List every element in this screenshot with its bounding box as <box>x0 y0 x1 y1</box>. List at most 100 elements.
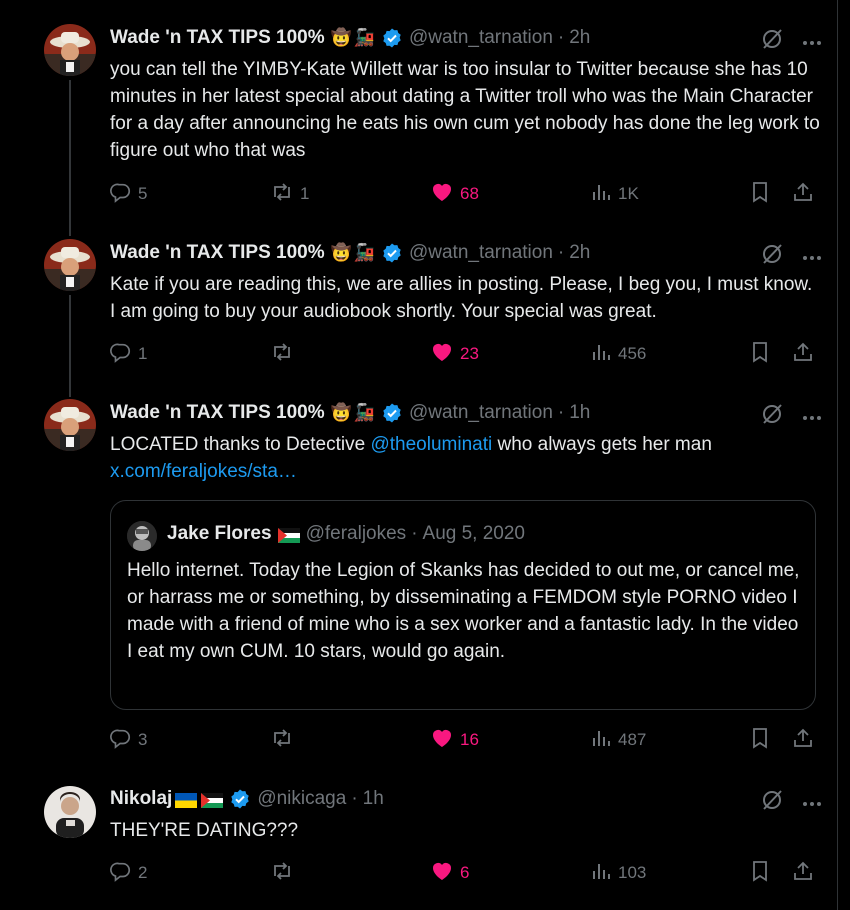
views-icon <box>590 727 618 754</box>
repost-button[interactable] <box>270 860 300 886</box>
tweet-text-end: who always gets her man <box>492 434 712 455</box>
reply-icon <box>110 181 138 208</box>
handle[interactable]: @watn_tarnation <box>409 27 553 49</box>
share-icon <box>792 181 820 208</box>
views-button[interactable]: 1K <box>590 181 639 207</box>
reply-count: 5 <box>138 184 148 203</box>
handle[interactable]: @watn_tarnation <box>409 242 553 264</box>
reply-count: 1 <box>138 344 148 363</box>
handle[interactable]: @nikicaga <box>257 788 346 810</box>
display-name[interactable]: Wade 'n TAX TIPS 100% <box>110 242 325 264</box>
reply-button[interactable]: 5 <box>110 181 147 207</box>
verified-badge-icon <box>381 27 403 49</box>
more-icon[interactable] <box>802 794 822 812</box>
like-button[interactable]: 6 <box>430 860 469 886</box>
more-icon[interactable] <box>802 248 822 266</box>
timestamp[interactable]: 1h <box>569 402 590 424</box>
tweet[interactable]: Wade 'n TAX TIPS 100% 🤠 🚂 @watn_tarnatio… <box>0 375 836 760</box>
share-button[interactable] <box>792 860 820 886</box>
repost-icon <box>270 341 300 368</box>
reply-button[interactable]: 3 <box>110 727 147 753</box>
grok-icon[interactable] <box>760 243 784 270</box>
repost-button[interactable] <box>270 727 300 753</box>
tweet[interactable]: Wade 'n TAX TIPS 100% 🤠 🚂 @watn_tarnatio… <box>0 215 836 375</box>
tweet-top-icons <box>760 243 822 270</box>
reply-icon <box>110 860 138 887</box>
tweet-top-icons <box>760 403 822 430</box>
heart-icon <box>430 860 460 887</box>
display-name[interactable]: Wade 'n TAX TIPS 100% <box>110 402 325 424</box>
bookmark-icon <box>750 860 776 887</box>
tweet-header: Wade 'n TAX TIPS 100% 🤠 🚂 @watn_tarnatio… <box>110 26 590 50</box>
quoted-avatar[interactable] <box>127 521 157 551</box>
tweet[interactable]: Wade 'n TAX TIPS 100% 🤠 🚂 @watn_tarnatio… <box>0 0 836 215</box>
reply-button[interactable]: 2 <box>110 860 147 886</box>
cowboy-emoji-icon: 🤠 <box>330 243 352 262</box>
timestamp[interactable]: 2h <box>569 27 590 49</box>
reply-count: 3 <box>138 730 148 749</box>
like-button[interactable]: 68 <box>430 181 479 207</box>
heart-icon <box>430 341 460 368</box>
avatar[interactable] <box>44 24 96 76</box>
repost-button[interactable]: 1 <box>270 181 309 207</box>
grok-icon[interactable] <box>760 28 784 55</box>
like-button[interactable]: 16 <box>430 727 479 753</box>
separator: · <box>557 27 565 48</box>
quoted-date: Aug 5, 2020 <box>422 523 525 544</box>
like-button[interactable]: 23 <box>430 341 479 367</box>
like-count: 16 <box>460 730 479 749</box>
repost-button[interactable] <box>270 341 300 367</box>
tweet[interactable]: Nikolaj @nikicaga · 1h THEY'RE DATING???… <box>0 760 836 910</box>
tweet-text: Kate if you are reading this, we are all… <box>110 274 813 322</box>
avatar[interactable] <box>44 399 96 451</box>
views-button[interactable]: 456 <box>590 341 646 367</box>
quoted-text: Hello internet. Today the Legion of Skan… <box>127 560 800 662</box>
mention-link[interactable]: @theoluminati <box>370 434 492 455</box>
tweet-text: LOCATED thanks to Detective @theoluminat… <box>110 431 820 485</box>
share-button[interactable] <box>792 727 820 753</box>
timestamp[interactable]: 2h <box>569 242 590 264</box>
grok-icon[interactable] <box>760 403 784 430</box>
bookmark-icon <box>750 727 776 754</box>
display-name[interactable]: Wade 'n TAX TIPS 100% <box>110 27 325 49</box>
timeline-border <box>837 0 838 910</box>
views-icon <box>590 181 618 208</box>
cowboy-emoji-icon: 🤠 <box>330 28 352 47</box>
views-icon <box>590 860 618 887</box>
bookmark-button[interactable] <box>750 860 776 886</box>
share-icon <box>792 860 820 887</box>
tweet-actions: 1 23 456 <box>110 341 818 367</box>
share-button[interactable] <box>792 181 820 207</box>
view-count: 1K <box>618 184 639 203</box>
heart-icon <box>430 181 460 208</box>
tweet-text: THEY'RE DATING??? <box>110 820 299 841</box>
separator: · <box>351 788 358 809</box>
share-icon <box>792 341 820 368</box>
quoted-tweet[interactable]: Jake Flores @feraljokes · Aug 5, 2020 He… <box>110 500 816 710</box>
verified-badge-icon <box>229 788 251 810</box>
grok-icon[interactable] <box>760 789 784 816</box>
handle[interactable]: @watn_tarnation <box>409 402 553 424</box>
separator: · <box>411 523 418 544</box>
verified-badge-icon <box>381 402 403 424</box>
share-button[interactable] <box>792 341 820 367</box>
url-link[interactable]: x.com/feraljokes/sta… <box>110 461 297 482</box>
bookmark-button[interactable] <box>750 181 776 207</box>
views-button[interactable]: 487 <box>590 727 646 753</box>
quoted-handle: @feraljokes <box>305 523 407 544</box>
bookmark-button[interactable] <box>750 727 776 753</box>
tweet-top-icons <box>760 789 822 816</box>
quoted-display-name: Jake Flores <box>167 523 272 544</box>
more-icon[interactable] <box>802 33 822 51</box>
bookmark-button[interactable] <box>750 341 776 367</box>
views-button[interactable]: 103 <box>590 860 646 886</box>
like-count: 68 <box>460 184 479 203</box>
repost-icon <box>270 860 300 887</box>
repost-count: 1 <box>300 184 310 203</box>
avatar[interactable] <box>44 239 96 291</box>
more-icon[interactable] <box>802 408 822 426</box>
reply-button[interactable]: 1 <box>110 341 147 367</box>
timestamp[interactable]: 1h <box>363 788 384 810</box>
display-name[interactable]: Nikolaj <box>110 788 172 810</box>
avatar[interactable] <box>44 786 96 838</box>
